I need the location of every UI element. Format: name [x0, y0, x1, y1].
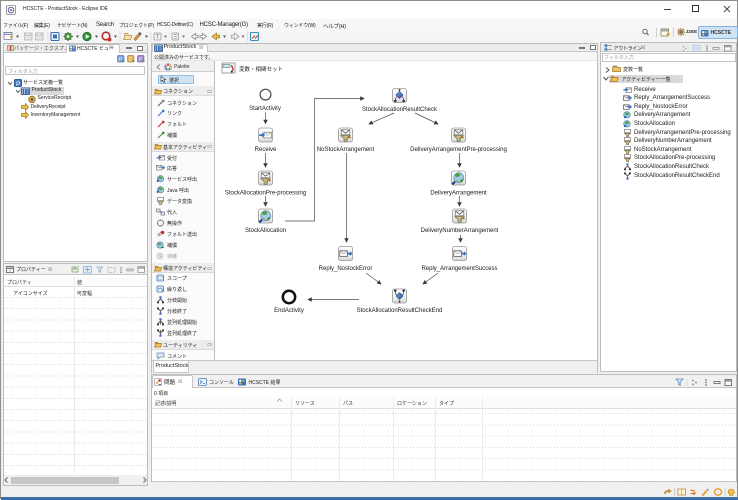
svg-text:DeliveryNumberArrangement: DeliveryNumberArrangement: [421, 228, 499, 234]
svg-text:NoStockArrangement: NoStockArrangement: [317, 147, 375, 153]
svg-text:StockAllocation: StockAllocation: [245, 228, 286, 234]
svg-text:T: T: [156, 34, 160, 40]
svg-text:DeliveryArrangementPre-process: DeliveryArrangementPre-processing: [410, 147, 507, 153]
svg-text:StockAllocationResultCheck: StockAllocationResultCheck: [362, 107, 438, 113]
svg-text:Reply_NostockError: Reply_NostockError: [319, 266, 373, 272]
svg-text:StockAllocationPre-processing: StockAllocationPre-processing: [225, 191, 306, 197]
svg-text:DeliveryArrangement: DeliveryArrangement: [430, 191, 487, 197]
svg-text:P: P: [16, 81, 20, 87]
svg-text:Reply_ArrangementSuccess: Reply_ArrangementSuccess: [421, 266, 497, 272]
svg-text:StartActivity: StartActivity: [249, 106, 281, 112]
svg-text:EndActivity: EndActivity: [274, 308, 304, 314]
svg-text:StockAllocationResultCheckEnd: StockAllocationResultCheckEnd: [357, 308, 443, 314]
svg-text:変数・相関セット: 変数・相関セット: [239, 65, 283, 73]
svg-text:Receive: Receive: [255, 147, 277, 153]
